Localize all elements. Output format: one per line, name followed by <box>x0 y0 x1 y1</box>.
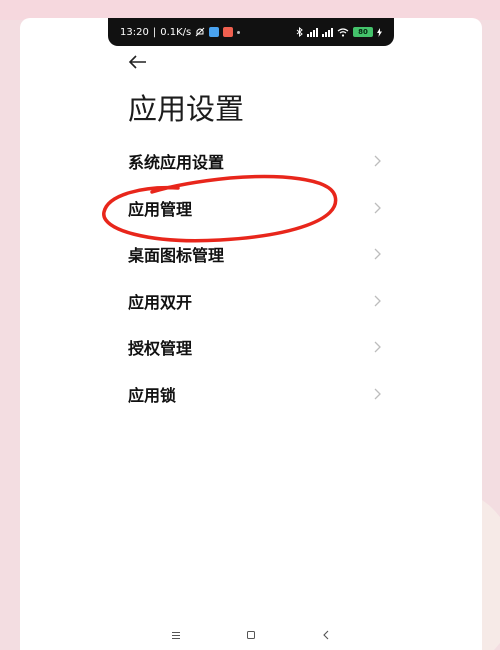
status-bar: 13:20 | 0.1K/s 80 <box>108 18 394 46</box>
network-speed: 0.1K/s <box>160 26 192 38</box>
app-icon-blue <box>209 27 220 37</box>
bluetooth-icon <box>296 27 303 37</box>
menu-item-label: 系统应用设置 <box>128 153 225 173</box>
menu-item-app-lock[interactable]: 应用锁 <box>108 371 394 418</box>
settings-menu: 系统应用设置 应用管理 桌面图标管理 应用双开 授权管理 应用锁 <box>108 138 394 417</box>
menu-item-permission-management[interactable]: 授权管理 <box>108 324 394 371</box>
mute-icon <box>195 27 205 37</box>
background-top <box>0 0 500 20</box>
status-time: 13:20 <box>120 26 149 38</box>
menu-item-label: 应用锁 <box>128 385 177 405</box>
menu-item-dual-apps[interactable]: 应用双开 <box>108 278 394 325</box>
app-icon-red <box>223 27 234 37</box>
page-title: 应用设置 <box>128 92 245 126</box>
status-bar-left: 13:20 | 0.1K/s <box>120 26 241 38</box>
menu-item-desktop-icon-management[interactable]: 桌面图标管理 <box>108 231 394 278</box>
navigation-bar <box>20 620 482 650</box>
wifi-icon <box>337 27 349 37</box>
chevron-right-icon <box>374 155 381 167</box>
menu-icon[interactable] <box>166 625 186 645</box>
menu-item-label: 应用管理 <box>128 199 193 219</box>
signal-icon <box>322 27 333 37</box>
signal-icon <box>307 27 318 37</box>
chevron-right-icon <box>374 388 381 400</box>
battery-icon: 80 <box>353 27 373 37</box>
phone-screen: 13:20 | 0.1K/s 80 应用设置 系统应用设置 应用管理 桌面图标管… <box>20 18 482 650</box>
menu-item-label: 应用双开 <box>128 292 193 312</box>
menu-item-app-management[interactable]: 应用管理 <box>108 185 394 232</box>
chevron-right-icon <box>374 341 381 353</box>
charging-icon <box>377 27 382 37</box>
chevron-right-icon <box>374 295 381 307</box>
status-separator: | <box>152 26 157 38</box>
arrow-left-icon[interactable] <box>126 50 150 74</box>
menu-item-label: 授权管理 <box>128 339 193 359</box>
chevron-right-icon <box>374 202 381 214</box>
home-icon[interactable] <box>241 625 261 645</box>
menu-item-label: 桌面图标管理 <box>128 246 225 266</box>
more-notifications-icon <box>237 30 241 34</box>
status-bar-right: 80 <box>296 27 382 37</box>
chevron-right-icon <box>374 248 381 260</box>
back-icon[interactable] <box>316 625 336 645</box>
menu-item-system-app-settings[interactable]: 系统应用设置 <box>108 138 394 185</box>
